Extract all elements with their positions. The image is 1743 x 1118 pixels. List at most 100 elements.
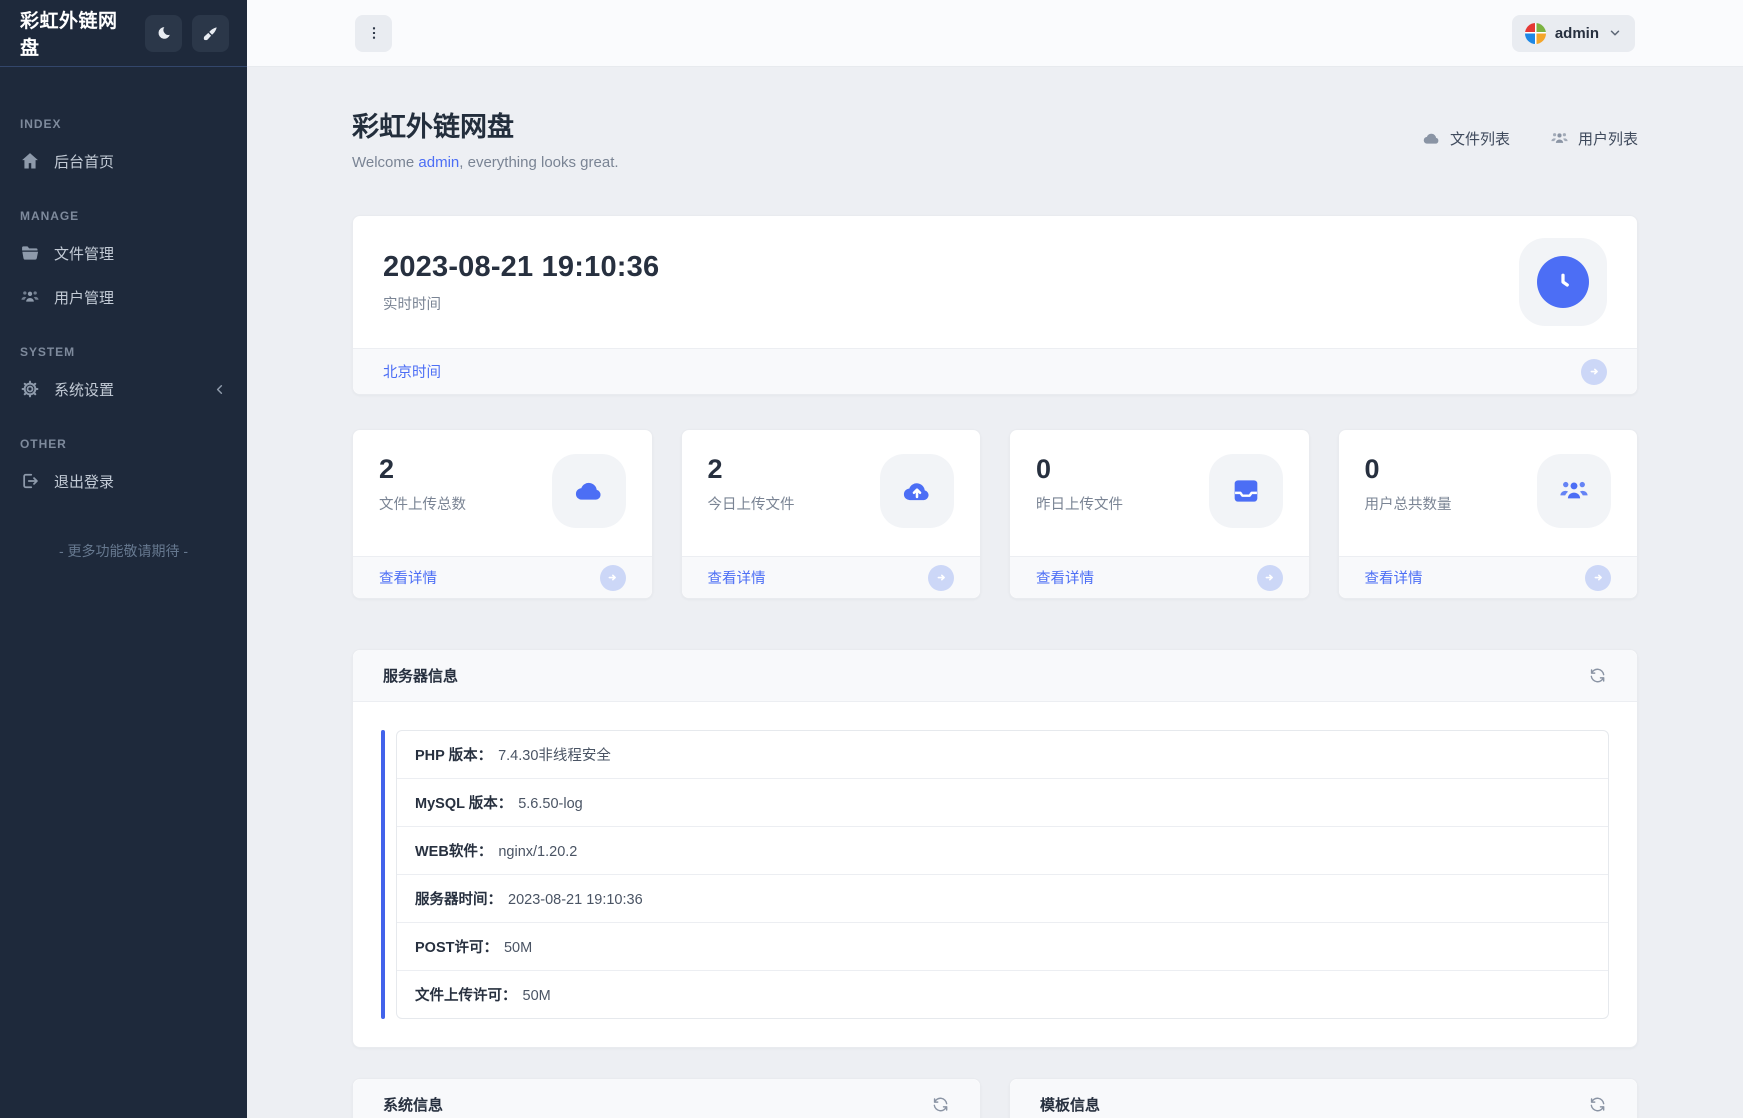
welcome-user-link[interactable]: admin — [418, 154, 459, 171]
sidebar-item-dashboard[interactable]: 后台首页 — [0, 139, 247, 183]
users-icon — [1537, 454, 1611, 528]
realtime-clock-card: 2023-08-21 19:10:36 实时时间 北京时间 — [352, 215, 1638, 395]
sidebar-nav: INDEX 后台首页 MANAGE 文件管理 用户管理 SYSTEM 系统设置 — [0, 67, 247, 561]
server-info-row: PHP 版本： 7.4.30非线程安全 — [397, 731, 1608, 779]
chevron-left-icon — [212, 382, 227, 397]
menu-toggle-button[interactable] — [355, 14, 392, 52]
panel-title: 模板信息 — [1040, 1097, 1101, 1114]
row-label: 服务器时间： — [415, 892, 502, 908]
stat-value: 0 — [1364, 454, 1380, 484]
topbar: admin — [247, 0, 1743, 67]
page-title: 彩虹外链网盘 — [352, 112, 514, 142]
template-info-header: 模板信息 — [1010, 1079, 1637, 1118]
stat-value: 0 — [1036, 454, 1052, 484]
cloud-icon — [1422, 129, 1441, 148]
dark-mode-button[interactable] — [145, 14, 182, 52]
nav-section-manage: MANAGE — [20, 209, 80, 223]
clock-card-text: 2023-08-21 19:10:36 实时时间 — [383, 251, 659, 314]
stat-card-total-users: 0 用户总共数量 查看详情 — [1337, 429, 1638, 599]
quick-links: 文件列表 用户列表 — [1422, 128, 1638, 149]
row-label: POST许可： — [415, 940, 498, 956]
row-value: 50M — [522, 988, 551, 1004]
view-details-link[interactable]: 查看详情 — [379, 567, 437, 588]
nav-section-other: OTHER — [20, 437, 67, 451]
stat-value: 2 — [379, 454, 395, 484]
stat-footer: 查看详情 — [353, 556, 652, 598]
page-head: 彩虹外链网盘 Welcome admin, everything looks g… — [352, 105, 1638, 171]
stat-body: 0 昨日上传文件 — [1010, 430, 1309, 556]
theme-brush-button[interactable] — [192, 14, 229, 52]
server-info-row: 服务器时间： 2023-08-21 19:10:36 — [397, 875, 1608, 923]
arrow-circle-right-icon[interactable] — [599, 564, 626, 591]
user-menu-button[interactable]: admin — [1511, 14, 1635, 52]
clock-card-footer: 北京时间 — [353, 348, 1637, 394]
nav-section-system: SYSTEM — [20, 345, 76, 359]
server-info-row: MySQL 版本： 5.6.50-log — [397, 779, 1608, 827]
bottom-grid: 系统信息 您使用的已是最新版本！ 模板信息 — [352, 1078, 1638, 1118]
arrow-circle-right-icon[interactable] — [1585, 564, 1611, 591]
row-value: nginx/1.20.2 — [498, 844, 578, 860]
stat-footer: 查看详情 — [1338, 556, 1637, 598]
sidebar-item-label: 用户管理 — [54, 289, 115, 307]
chevron-down-icon — [1608, 26, 1622, 40]
server-info-list: PHP 版本： 7.4.30非线程安全 MySQL 版本： 5.6.50-log W… — [381, 730, 1609, 1019]
main-area: admin 彩虹外链网盘 Welcome admin, everything l… — [247, 0, 1743, 1118]
sidebar-item-label: 系统设置 — [54, 381, 115, 399]
file-list-link[interactable]: 文件列表 — [1422, 128, 1510, 149]
clock-label: 实时时间 — [383, 296, 441, 313]
arrow-circle-right-icon[interactable] — [928, 564, 954, 591]
row-value: 2023-08-21 19:10:36 — [508, 892, 643, 908]
sidebar-item-logout[interactable]: 退出登录 — [0, 459, 247, 503]
inbox-icon — [1208, 454, 1283, 528]
sidebar-item-files[interactable]: 文件管理 — [0, 231, 247, 275]
gear-icon — [20, 379, 40, 399]
panel-title: 服务器信息 — [383, 668, 459, 685]
view-details-link[interactable]: 查看详情 — [708, 567, 766, 588]
clock-icon — [1537, 256, 1589, 308]
moon-icon — [155, 25, 172, 42]
brush-icon — [202, 25, 219, 42]
stat-label: 文件上传总数 — [379, 497, 466, 513]
page-content: 彩虹外链网盘 Welcome admin, everything looks g… — [247, 67, 1743, 1118]
quick-link-label: 文件列表 — [1449, 130, 1510, 148]
server-info-row: 文件上传许可： 50M — [397, 971, 1608, 1018]
row-value: 50M — [503, 940, 533, 956]
sidebar: 彩虹外链网盘 INDEX 后台首页 MANAGE 文件管理 用户管理 SYSTE… — [0, 0, 247, 1118]
stat-label: 用户总共数量 — [1364, 497, 1452, 513]
users-icon — [20, 287, 40, 307]
sidebar-item-label: 后台首页 — [54, 153, 115, 171]
home-icon — [20, 151, 40, 171]
server-info-body: PHP 版本： 7.4.30非线程安全 MySQL 版本： 5.6.50-log W… — [353, 702, 1637, 1047]
arrow-circle-right-icon[interactable] — [1581, 358, 1607, 385]
stat-footer: 查看详情 — [681, 556, 980, 598]
view-details-link[interactable]: 查看详情 — [1036, 567, 1094, 588]
sidebar-item-users[interactable]: 用户管理 — [0, 275, 247, 319]
row-value: 7.4.30非线程安全 — [498, 748, 611, 764]
refresh-icon[interactable] — [931, 1095, 950, 1114]
current-time: 2023-08-21 19:10:36 — [383, 250, 660, 283]
row-label: 文件上传许可： — [415, 988, 517, 1004]
stat-text: 2 今日上传文件 — [708, 454, 795, 514]
sidebar-item-label: 退出登录 — [54, 473, 115, 491]
welcome-prefix: Welcome — [352, 154, 419, 171]
arrow-circle-right-icon[interactable] — [1256, 564, 1283, 591]
refresh-icon[interactable] — [1588, 1095, 1607, 1114]
server-info-row: POST许可： 50M — [397, 923, 1608, 971]
template-info-card: 模板信息 您使用的已是最新版本！ — [1009, 1078, 1638, 1118]
row-value: 5.6.50-log — [518, 796, 583, 812]
welcome-text: Welcome admin, everything looks great. — [352, 154, 619, 171]
user-list-link[interactable]: 用户列表 — [1550, 128, 1638, 149]
refresh-icon[interactable] — [1588, 666, 1607, 685]
nav-section-index: INDEX — [20, 117, 62, 131]
sidebar-item-label: 文件管理 — [54, 245, 115, 263]
row-label: WEB软件： — [415, 844, 493, 860]
server-info-header: 服务器信息 — [353, 650, 1637, 702]
sidebar-item-settings[interactable]: 系统设置 — [0, 367, 247, 411]
row-label: MySQL 版本： — [415, 796, 513, 812]
quick-link-label: 用户列表 — [1577, 130, 1638, 148]
page-head-left: 彩虹外链网盘 Welcome admin, everything looks g… — [352, 105, 619, 171]
view-details-link[interactable]: 查看详情 — [1365, 567, 1423, 588]
stat-body: 2 文件上传总数 — [353, 430, 652, 556]
system-info-header: 系统信息 — [353, 1079, 980, 1118]
beijing-time-link[interactable]: 北京时间 — [383, 361, 441, 382]
